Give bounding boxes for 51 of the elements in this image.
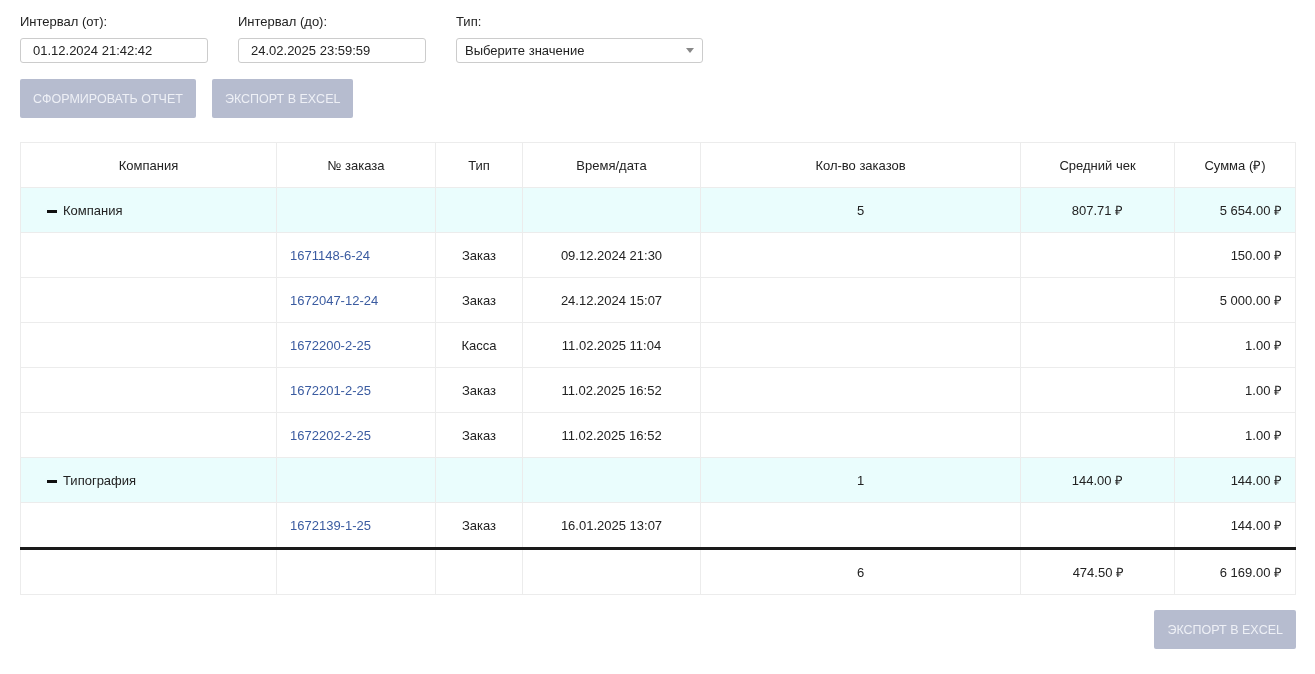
collapse-icon[interactable] [47,479,57,483]
order-link[interactable]: 1671148-6-24 [290,247,370,263]
select-field[interactable]: Выберите значение [456,38,703,63]
order-link[interactable]: 1672202-2-25 [290,427,371,443]
collapse-icon[interactable] [47,209,57,213]
column-header: Средний чек [1020,142,1175,188]
order-datetime: 09.12.2024 21:30 [560,247,663,263]
field-label: Тип: [456,14,483,29]
input-field[interactable]: 24.02.2025 23:59:59 [238,38,426,63]
column-header: Сумма (₽) [1174,142,1296,188]
average-check: 807.71 ₽ [1071,203,1124,218]
order-datetime: 11.02.2025 16:52 [561,382,662,398]
order-type: Заказ [461,382,497,398]
order-type: Заказ [461,517,497,533]
order-datetime: 11.02.2025 16:52 [561,427,662,443]
order-sum: 1.00 ₽ [1245,383,1282,398]
order-datetime: 11.02.2025 11:04 [561,337,662,353]
average-check: 144.00 ₽ [1071,473,1124,488]
order-datetime: 24.12.2024 15:07 [560,292,663,308]
order-sum: 5 000.00 ₽ [1219,293,1282,308]
total-average: 474.50 ₽ [1072,565,1124,580]
order-type: Заказ [461,292,497,308]
order-link[interactable]: 1672200-2-25 [290,337,371,353]
order-link[interactable]: 1672201-2-25 [290,382,371,398]
order-type: Заказ [461,427,497,443]
order-link[interactable]: 1672139-1-25 [290,517,371,533]
total-sum: 144.00 ₽ [1230,473,1282,488]
order-sum: 1.00 ₽ [1245,428,1282,443]
order-link[interactable]: 1672047-12-24 [290,292,379,308]
total-sum: 5 654.00 ₽ [1219,203,1282,218]
company-name: Типография [63,472,137,488]
column-header: Тип [435,142,523,188]
column-header: Время/дата [522,142,701,188]
order-sum: 144.00 ₽ [1230,518,1282,533]
input-field[interactable]: 01.12.2024 21:42:42 [20,38,208,63]
order-datetime: 16.01.2025 13:07 [560,517,663,533]
column-header: № заказа [276,142,436,188]
order-sum: 1.00 ₽ [1245,338,1282,353]
order-type: Заказ [461,247,497,263]
grand-total: 6 169.00 ₽ [1219,565,1282,580]
total-count: 6 [856,564,865,580]
order-count: 1 [856,472,865,488]
field-label: Интервал (до): [238,14,329,29]
order-sum: 150.00 ₽ [1230,248,1282,263]
order-type: Касса [461,337,497,353]
field-label: Интервал (от): [20,14,109,29]
caret-icon [686,48,694,53]
column-header: Компания [20,142,277,188]
order-count: 5 [856,202,865,218]
company-name: Компания [63,202,123,218]
column-header: Кол-во заказов [700,142,1021,188]
